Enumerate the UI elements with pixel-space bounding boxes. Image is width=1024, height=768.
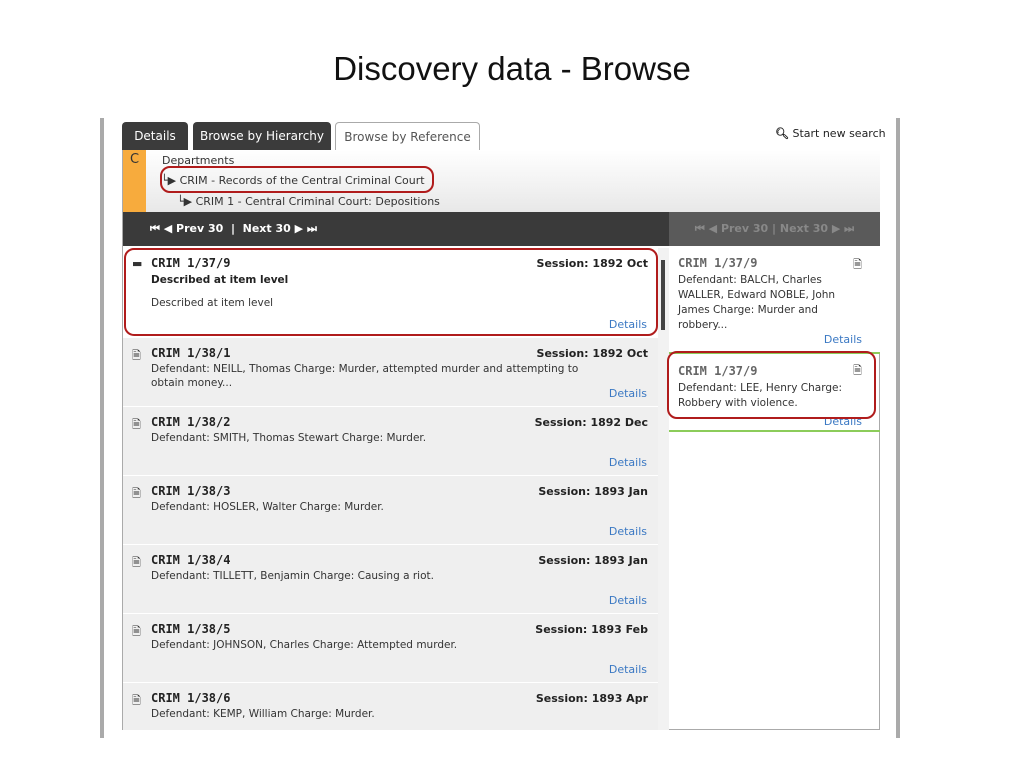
item-reference[interactable]: CRIM 1/37/9	[678, 256, 757, 270]
list-item[interactable]: 🗎 CRIM 1/38/4 Session: 1893 Jan Defendant…	[123, 545, 658, 614]
pager-disabled: ⏮ ◀ Prev 30 | Next 30 ▶ ⏭	[669, 212, 880, 246]
list-item[interactable]: 🗎 CRIM 1/38/3 Session: 1893 Jan Defendant…	[123, 476, 658, 545]
item-description: Defendant: SMITH, Thomas Stewart Charge:…	[151, 432, 427, 444]
document-icon: 🗎	[132, 694, 141, 707]
item-reference[interactable]: CRIM 1/38/3	[151, 484, 230, 498]
item-reference[interactable]: CRIM 1/38/5	[151, 622, 230, 636]
list-item[interactable]: 🗎 CRIM 1/38/6 Session: 1893 Apr Defendant…	[123, 683, 658, 730]
item-session: Session: 1892 Dec	[534, 416, 648, 429]
item-reference[interactable]: CRIM 1/38/4	[151, 553, 230, 567]
browse-panel: C Departments └▶ CRIM - Records of the C…	[122, 150, 880, 730]
start-new-search-link[interactable]: 🔍︎ Start new search	[775, 127, 886, 140]
list-item[interactable]: 🗎 CRIM 1/38/1 Session: 1892 Oct Defendant…	[123, 338, 658, 407]
details-link[interactable]: Details	[609, 456, 647, 469]
highlight-box	[667, 351, 876, 419]
document-icon: 🗎	[132, 418, 141, 431]
highlight-box	[160, 166, 434, 193]
document-icon: 🗎	[132, 487, 141, 500]
item-session: Session: 1893 Jan	[538, 485, 648, 498]
details-link[interactable]: Details	[609, 387, 647, 400]
child-arrow-icon: └▶	[177, 195, 193, 208]
document-icon: 🗎	[132, 349, 141, 362]
item-reference[interactable]: CRIM 1/38/1	[151, 346, 230, 360]
last-page-icon[interactable]: ⏭	[307, 222, 317, 235]
divider	[896, 118, 900, 738]
document-icon: 🗎	[132, 625, 141, 638]
scroll-thumb[interactable]	[661, 260, 665, 330]
tab-browse-reference[interactable]: Browse by Reference	[335, 122, 480, 151]
list-item[interactable]: 🗎 CRIM 1/38/2 Session: 1892 Dec Defendant…	[123, 407, 658, 476]
prev-button: Prev 30	[720, 222, 769, 235]
first-page-icon[interactable]: ⏮	[150, 222, 160, 235]
item-reference[interactable]: CRIM 1/38/6	[151, 691, 230, 705]
next-button: Next 30	[779, 222, 829, 235]
item-description: Defendant: BALCH, Charles WALLER, Edward…	[678, 274, 836, 331]
tab-browse-hierarchy[interactable]: Browse by Hierarchy	[193, 122, 331, 150]
item-description: Defendant: NEILL, Thomas Charge: Murder,…	[151, 363, 579, 389]
details-link[interactable]: Details	[824, 333, 862, 346]
search-icon: 🔍︎	[775, 127, 789, 140]
details-link[interactable]: Details	[609, 663, 647, 676]
item-session: Session: 1893 Feb	[535, 623, 648, 636]
details-link[interactable]: Details	[609, 525, 647, 538]
item-description: Defendant: JOHNSON, Charles Charge: Atte…	[151, 639, 458, 651]
slide-title: Discovery data - Browse	[333, 50, 691, 87]
item-session: Session: 1893 Apr	[535, 692, 648, 705]
item-reference[interactable]: CRIM 1/38/2	[151, 415, 230, 429]
breadcrumb-crim1[interactable]: CRIM 1 - Central Criminal Court: Deposit…	[196, 195, 440, 208]
item-description: Defendant: TILLETT, Benjamin Charge: Cau…	[151, 570, 434, 582]
document-icon: 🗎	[132, 556, 141, 569]
prev-button[interactable]: Prev 30	[176, 222, 223, 235]
highlight-box	[124, 248, 658, 336]
document-icon: 🗎	[853, 258, 862, 271]
item-session: Session: 1893 Jan	[538, 554, 648, 567]
pager: ⏮ ◀ Prev 30 | Next 30 ▶ ⏭	[123, 212, 669, 246]
next-button[interactable]: Next 30	[243, 222, 291, 235]
item-session: Session: 1892 Oct	[536, 347, 648, 360]
list-item[interactable]: CRIM 1/37/9 🗎 Defendant: BALCH, Charles …	[669, 246, 880, 354]
item-description: Defendant: KEMP, William Charge: Murder.	[151, 708, 375, 720]
item-description: Defendant: HOSLER, Walter Charge: Murder…	[151, 501, 384, 513]
scrollbar[interactable]	[658, 248, 669, 730]
letter-badge: C	[123, 150, 146, 212]
list-item[interactable]: 🗎 CRIM 1/38/5 Session: 1893 Feb Defendant…	[123, 614, 658, 683]
divider	[100, 118, 104, 738]
tab-details[interactable]: Details	[122, 122, 188, 150]
details-link[interactable]: Details	[609, 594, 647, 607]
